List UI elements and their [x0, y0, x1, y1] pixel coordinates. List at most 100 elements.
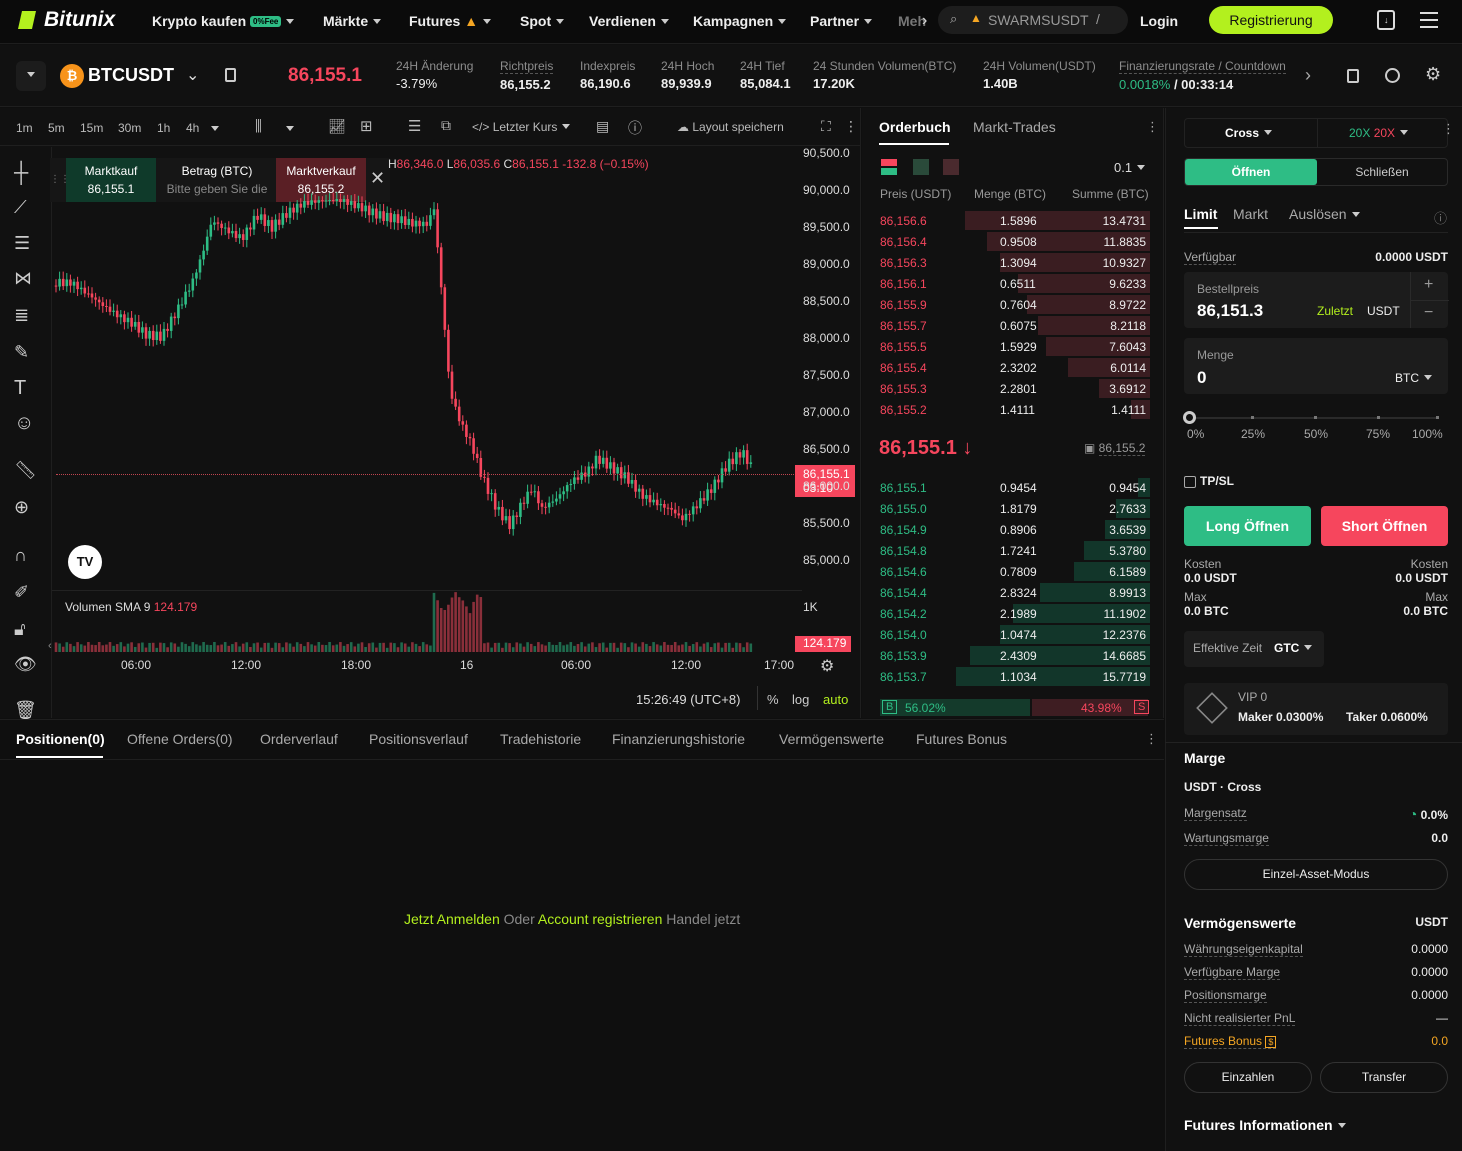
ask-row[interactable]: 86,155.3 2.2801 3.6912 — [866, 378, 1156, 399]
nav-maerkte[interactable]: Märkte — [323, 13, 382, 29]
percent-scale-toggle[interactable]: % — [767, 692, 779, 707]
magnet-icon[interactable]: ∩ — [14, 545, 38, 569]
ask-row[interactable]: 86,156.6 1.5896 13.4731 — [866, 210, 1156, 231]
nav-kampagnen[interactable]: Kampagnen — [693, 13, 787, 29]
horizontal-lines-icon[interactable]: ☰ — [14, 233, 38, 257]
more-icon[interactable]: ⋮ — [844, 118, 858, 135]
tradingview-logo-icon[interactable]: TV — [68, 545, 102, 579]
tab-order-history[interactable]: Orderverlauf — [260, 731, 338, 747]
trendline-icon[interactable]: ⟋ — [14, 197, 38, 221]
tab-orderbook[interactable]: Orderbuch — [879, 119, 951, 135]
login-link[interactable]: Jetzt Anmelden — [404, 911, 500, 927]
price-input-value[interactable]: 86,151.3 — [1197, 301, 1263, 321]
bid-row[interactable]: 86,154.4 2.8324 8.9913 — [866, 582, 1156, 603]
bid-row[interactable]: 86,153.9 2.4309 14.6685 — [866, 645, 1156, 666]
tab-futures-bonus[interactable]: Futures Bonus — [916, 731, 1007, 747]
fib-icon[interactable]: ≣ — [14, 305, 38, 329]
zoom-in-icon[interactable]: ⊕ — [14, 497, 38, 521]
interval-5m[interactable]: 5m — [48, 121, 65, 135]
ask-row[interactable]: 86,155.7 0.6075 8.2118 — [866, 315, 1156, 336]
ask-row[interactable]: 86,155.4 2.3202 6.0114 — [866, 357, 1156, 378]
fullscreen-icon[interactable]: ⛶ — [821, 118, 831, 135]
pattern-icon[interactable]: ⋈ — [14, 268, 38, 292]
candlestick-chart[interactable] — [52, 147, 797, 657]
contract-info-icon[interactable] — [225, 68, 236, 82]
bid-row[interactable]: 86,154.9 0.8906 3.6539 — [866, 519, 1156, 540]
bid-row[interactable]: 86,154.6 0.7809 6.1589 — [866, 561, 1156, 582]
tab-trade-history[interactable]: Tradehistorie — [500, 731, 581, 747]
comment-icon[interactable]: ▤ — [596, 118, 609, 135]
bid-row[interactable]: 86,155.0 1.8179 2.7633 — [866, 498, 1156, 519]
tpsl-checkbox[interactable] — [1184, 476, 1196, 488]
ask-row[interactable]: 86,155.2 1.4111 1.4111 — [866, 399, 1156, 420]
close-tab[interactable]: Schließen — [1317, 159, 1447, 185]
emoji-icon[interactable]: ☺ — [14, 412, 38, 436]
nav-verdienen[interactable]: Verdienen — [589, 13, 669, 29]
tab-market-trades[interactable]: Markt-Trades — [973, 119, 1056, 135]
orderbook-bids-icon[interactable] — [913, 159, 929, 175]
log-scale-toggle[interactable]: log — [792, 692, 809, 707]
pct-50[interactable]: 50% — [1304, 427, 1328, 441]
login-button[interactable]: Login — [1140, 13, 1178, 29]
crosshair-icon[interactable]: ┼ — [14, 162, 38, 186]
chevron-right-icon[interactable]: › — [1305, 65, 1311, 86]
search-input[interactable]: ⌕ ▲ SWARMSUSDT / — [938, 6, 1128, 34]
ruler-icon[interactable]: 📏︎ — [14, 460, 38, 484]
indicators-icon[interactable]: 📈︎ — [328, 118, 346, 135]
bid-row[interactable]: 86,154.0 1.0474 12.2376 — [866, 624, 1156, 645]
quantity-value[interactable]: 0 — [1197, 368, 1206, 388]
symbol-menu-button[interactable] — [16, 61, 46, 91]
unlock-icon[interactable]: 🔓︎ — [14, 619, 38, 643]
bid-row[interactable]: 86,153.7 1.1034 15.7719 — [866, 666, 1156, 687]
tab-assets[interactable]: Vermögenswerte — [779, 731, 884, 747]
lock-drawing-icon[interactable]: ✐ — [14, 582, 38, 606]
transfer-button[interactable]: Transfer — [1320, 1062, 1448, 1093]
pct-75[interactable]: 75% — [1366, 427, 1390, 441]
order-type-limit[interactable]: Limit — [1184, 206, 1217, 222]
slider-handle[interactable] — [1183, 411, 1196, 424]
info-icon[interactable]: ⓘ — [1434, 208, 1447, 227]
chevron-right-icon[interactable]: › — [922, 12, 927, 30]
settings-gear-icon[interactable]: ⚙ — [1425, 64, 1441, 85]
save-layout-button[interactable]: ☁ Layout speichern — [677, 120, 784, 134]
futures-info-toggle[interactable]: Futures Informationen — [1184, 1117, 1346, 1133]
single-asset-mode-button[interactable]: Einzel-Asset-Modus — [1184, 859, 1448, 890]
auto-scale-toggle[interactable]: auto — [823, 692, 848, 707]
price-input[interactable]: Bestellpreis 86,151.3 Zuletzt USDT + − — [1184, 272, 1449, 328]
eye-icon[interactable]: 👁︎ — [14, 654, 38, 678]
nav-futures[interactable]: Futures ▲ — [409, 13, 492, 29]
tab-open-orders[interactable]: Offene Orders(0) — [127, 731, 233, 747]
tab-funding-history[interactable]: Finanzierungshistorie — [612, 731, 745, 747]
interval-30m[interactable]: 30m — [118, 121, 141, 135]
price-type-select[interactable]: </> Letzter Kurs — [472, 120, 571, 134]
logo-text[interactable]: Bitunix — [44, 8, 115, 32]
list-icon[interactable]: ☰ — [408, 117, 421, 135]
tab-position-history[interactable]: Positionsverlauf — [369, 731, 468, 747]
more-icon[interactable]: ⋮ — [1145, 731, 1158, 747]
layout-grid-icon[interactable]: ⊞ — [360, 117, 373, 135]
ask-row[interactable]: 86,156.3 1.3094 10.9327 — [866, 252, 1156, 273]
decrement-icon[interactable]: − — [1424, 304, 1433, 322]
external-link-icon[interactable]: ⧉ — [441, 117, 451, 134]
bitunix-logo-icon[interactable] — [16, 8, 40, 32]
interval-4h[interactable]: 4h — [186, 121, 199, 135]
leverage-select[interactable]: 20X 20X — [1349, 126, 1409, 140]
text-icon[interactable]: T — [14, 377, 38, 401]
interval-1m[interactable]: 1m — [16, 121, 33, 135]
orderbook-asks-icon[interactable] — [943, 159, 959, 175]
nav-krypto-kaufen[interactable]: Krypto kaufen 0%Fee — [152, 13, 295, 29]
nav-partner[interactable]: Partner — [810, 13, 873, 29]
brush-icon[interactable]: ✎ — [14, 342, 38, 366]
latest-price-button[interactable]: Zuletzt — [1317, 304, 1353, 318]
bid-row[interactable]: 86,154.2 2.1989 11.1902 — [866, 603, 1156, 624]
pct-25[interactable]: 25% — [1241, 427, 1265, 441]
short-open-button[interactable]: Short Öffnen — [1321, 506, 1448, 546]
ask-row[interactable]: 86,155.5 1.5929 7.6043 — [866, 336, 1156, 357]
orderbook-both-icon[interactable] — [881, 159, 897, 175]
more-icon[interactable]: ⋮ — [1442, 121, 1455, 137]
pct-0[interactable]: 0% — [1187, 427, 1204, 441]
chart-type-dropdown-icon[interactable] — [286, 126, 294, 131]
download-icon[interactable]: ↓ — [1377, 10, 1395, 30]
info-icon[interactable]: ⓘ — [628, 118, 642, 138]
timer-icon[interactable] — [1385, 68, 1400, 83]
